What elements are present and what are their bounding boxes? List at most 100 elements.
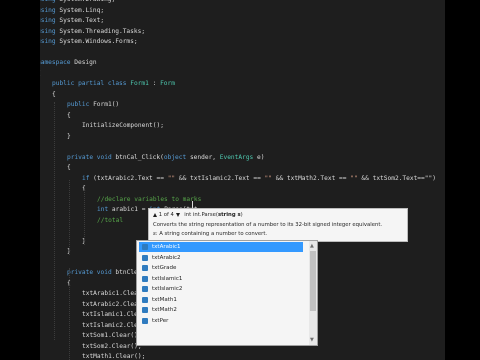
- code-line[interactable]: namespace Design: [40, 58, 97, 68]
- field-icon: [142, 317, 148, 324]
- completion-list[interactable]: txtArabic1 txtArabic2 txtGrade txtIslamic1 t…: [136, 240, 318, 346]
- code-line[interactable]: using System.Drawing;: [40, 0, 115, 5]
- code-token: System.Text;: [55, 17, 105, 24]
- code-token: object: [163, 153, 187, 161]
- completion-item[interactable]: txtArabic1: [139, 242, 303, 252]
- code-token: arabic1 =: [108, 206, 150, 213]
- field-icon: [142, 296, 148, 303]
- code-token: namespace: [40, 59, 71, 66]
- code-token: && txtSom2.Text==""): [357, 174, 436, 182]
- code-token: using: [40, 6, 56, 14]
- field-icon: [142, 254, 148, 261]
- code-token: System.Drawing;: [56, 0, 115, 3]
- code-token: Design: [70, 59, 97, 66]
- code-line[interactable]: using System.Threading.Tasks;: [40, 27, 145, 37]
- completion-item-label: txtIslamic2: [152, 286, 183, 292]
- code-token: System.Linq;: [55, 6, 105, 14]
- code-token: "": [350, 174, 358, 182]
- code-line[interactable]: {: [40, 69, 41, 79]
- completion-item-label: txtGrade: [152, 265, 177, 271]
- code-line[interactable]: }: [67, 132, 71, 142]
- scroll-up-icon[interactable]: ▲: [310, 243, 314, 249]
- code-token: Form1(): [89, 101, 120, 108]
- code-token: using: [40, 0, 56, 3]
- triangle-down-icon[interactable]: [175, 212, 180, 217]
- completion-item[interactable]: txtIslamic2: [139, 284, 303, 294]
- field-icon: [142, 244, 148, 250]
- code-line[interactable]: if (txtArabic2.Text == "" && txtIslamic2…: [82, 174, 436, 184]
- code-token: System.Threading.Tasks;: [55, 27, 146, 35]
- overload-counter: 1 of 4: [158, 212, 174, 218]
- code-token: System.Windows.Forms;: [55, 38, 138, 45]
- code-token: sender,: [186, 153, 220, 161]
- code-line[interactable]: using System.Linq;: [40, 6, 104, 16]
- code-token: {: [67, 111, 71, 119]
- completion-item[interactable]: txtIslamic1: [139, 274, 303, 284]
- completion-item[interactable]: txtPer: [139, 316, 303, 326]
- code-line[interactable]: //total: [97, 216, 123, 226]
- code-token: using: [40, 38, 56, 45]
- scroll-down-icon[interactable]: ▼: [310, 337, 314, 343]
- code-line[interactable]: public partial class Form1 : Form: [52, 79, 175, 89]
- tooltip-description: Converts the string representation of a …: [153, 222, 383, 228]
- completion-item-label: txtMath1: [152, 296, 177, 303]
- completion-item[interactable]: txtMath2: [139, 305, 303, 315]
- field-icon: [142, 307, 148, 313]
- code-line[interactable]: txtSom1.Clear();: [82, 331, 142, 341]
- code-token: //declare variables to marks: [97, 195, 202, 203]
- code-token: txtMath1.Clear();: [82, 353, 146, 360]
- code-token: private void: [67, 269, 112, 276]
- code-line[interactable]: {: [52, 90, 56, 100]
- param-description: A string containing a number to convert.: [159, 231, 268, 237]
- code-line[interactable]: private void btnCal_Click(object sender,…: [67, 153, 264, 163]
- param-name: s:: [153, 231, 158, 237]
- scrollbar-thumb[interactable]: [310, 251, 316, 311]
- code-token: e): [253, 153, 265, 161]
- code-token: Form: [160, 80, 175, 87]
- indent-guide: [54, 102, 55, 340]
- code-line[interactable]: txtMath1.Clear();: [82, 352, 145, 360]
- indent-guide: [69, 180, 70, 255]
- video-frame: using System.Drawing;using System.Linq;u…: [40, 0, 445, 360]
- code-line[interactable]: using System.Windows.Forms;: [40, 37, 138, 47]
- code-token: //total: [97, 216, 124, 224]
- code-token: }: [67, 132, 71, 140]
- completion-item[interactable]: txtArabic2: [139, 253, 303, 263]
- field-icon: [142, 275, 148, 282]
- code-line[interactable]: {: [67, 163, 71, 173]
- code-line[interactable]: {: [67, 111, 71, 121]
- completion-item-label: txtIslamic1: [152, 275, 183, 282]
- code-line[interactable]: using System.Text;: [40, 16, 104, 26]
- completion-item-label: txtArabic2: [152, 254, 181, 261]
- code-token: int: [97, 206, 109, 213]
- code-token: using: [40, 17, 56, 24]
- code-token: using: [40, 27, 56, 35]
- code-token: EventArgs: [219, 153, 254, 161]
- completion-item[interactable]: txtMath1: [139, 295, 303, 305]
- indent-guide: [69, 268, 70, 360]
- code-token: btnCal_Click(: [111, 153, 164, 161]
- code-line[interactable]: txtSom2.Clear();: [82, 342, 142, 352]
- completion-item[interactable]: txtGrade: [139, 263, 303, 273]
- completion-item-label: txtPer: [152, 317, 169, 324]
- code-token: :: [148, 80, 161, 87]
- completion-scrollbar[interactable]: ▲ ▼: [309, 241, 317, 345]
- code-token: {: [52, 90, 56, 98]
- code-line[interactable]: //declare variables to marks: [97, 195, 201, 205]
- code-token: InitializeComponent();: [82, 122, 164, 129]
- code-token: Form1: [130, 80, 149, 87]
- code-token: && txtIslamic2.Text ==: [175, 174, 265, 182]
- parameter-info-tooltip: 1 of 4 int int.Parse(string s) Converts …: [148, 208, 408, 242]
- code-token: {: [40, 70, 41, 77]
- code-token: public: [67, 101, 90, 108]
- code-token: "": [264, 174, 272, 182]
- triangle-up-icon[interactable]: [153, 212, 157, 217]
- completion-item-label: txtArabic1: [152, 244, 181, 250]
- tooltip-signature-row: 1 of 4 int int.Parse(string s): [153, 212, 243, 218]
- code-token: public partial class: [52, 80, 127, 87]
- signature-prefix: int int.Parse(: [184, 212, 218, 218]
- signature-param: string s: [217, 212, 241, 218]
- tooltip-param-row: s: A string containing a number to conve…: [153, 231, 267, 237]
- code-line[interactable]: InitializeComponent();: [82, 121, 164, 131]
- code-line[interactable]: public Form1(): [67, 100, 119, 110]
